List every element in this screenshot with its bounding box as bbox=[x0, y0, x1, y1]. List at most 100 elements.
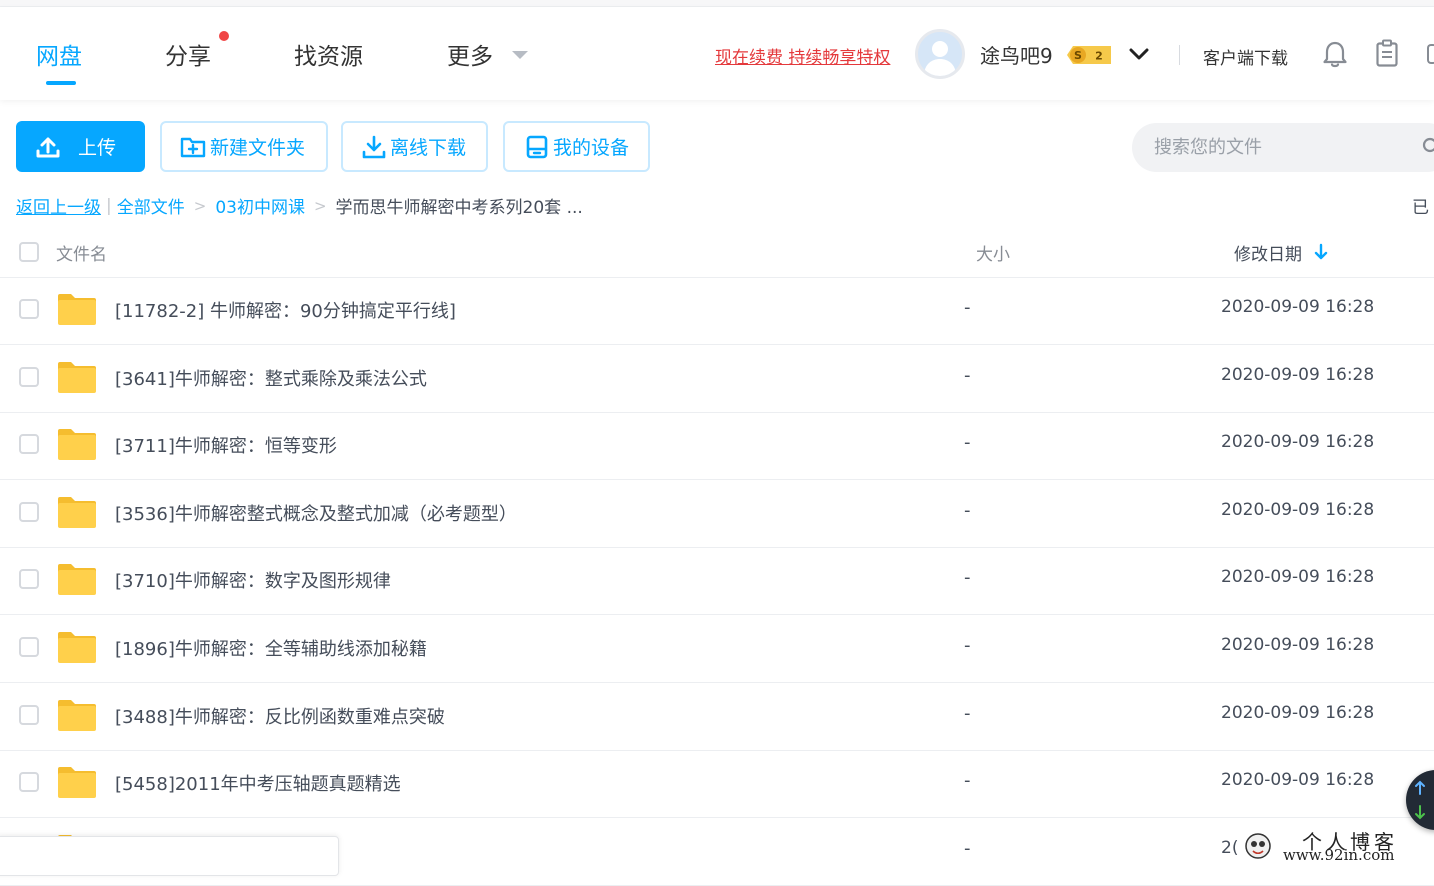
file-name[interactable]: [3488]牛师解密：反比例函数重难点突破 bbox=[115, 703, 445, 729]
chevron-down-icon[interactable] bbox=[1128, 43, 1150, 65]
table-row[interactable]: [3711]牛师解密：恒等变形 - 2020-09-09 16:28 bbox=[0, 412, 1434, 481]
table-row[interactable]: [3641]牛师解密：整式乘除及乘法公式 - 2020-09-09 16:28 bbox=[0, 345, 1434, 413]
file-modified-date: 2020-09-09 16:28 bbox=[1221, 364, 1375, 385]
new-folder-label: 新建文件夹 bbox=[210, 137, 306, 159]
file-size: - bbox=[964, 770, 971, 792]
table-row[interactable]: [3488]牛师解密：反比例函数重难点突破 - 2020-09-09 16:28 bbox=[0, 683, 1434, 751]
nav-tab-netdisk[interactable]: 网盘 bbox=[36, 37, 82, 71]
table-row[interactable]: [3536]牛师解密整式概念及整式加减（必考题型） - 2020-09-09 16:… bbox=[0, 480, 1434, 548]
folder-icon bbox=[58, 564, 96, 596]
breadcrumb-all-files[interactable]: 全部文件 bbox=[117, 193, 185, 218]
row-checkbox[interactable] bbox=[19, 299, 39, 319]
column-header-size[interactable]: 大小 bbox=[976, 240, 1010, 265]
file-modified-date: 2020-09-09 16:28 bbox=[1221, 635, 1375, 655]
notification-dot bbox=[219, 31, 229, 41]
row-checkbox[interactable] bbox=[19, 637, 39, 657]
loaded-status: 已 bbox=[1412, 198, 1429, 218]
file-size: - bbox=[964, 297, 971, 318]
file-name[interactable]: [3710]牛师解密：数字及图形规律 bbox=[115, 567, 391, 593]
row-checkbox[interactable] bbox=[19, 366, 39, 387]
folder-icon bbox=[58, 699, 96, 731]
breadcrumb-current: 学而思牛师解密中考系列20套 ... bbox=[335, 198, 583, 218]
row-checkbox[interactable] bbox=[19, 501, 39, 522]
column-header-modified[interactable]: 修改日期 bbox=[1234, 240, 1302, 265]
row-checkbox[interactable] bbox=[19, 704, 39, 725]
file-modified-date: 2020-09-09 16:28 bbox=[1221, 432, 1375, 453]
table-row[interactable]: [11782-2] 牛师解密：90分钟搞定平行线] - 2020-09-09 16:… bbox=[0, 277, 1434, 345]
nav-tab-more[interactable]: 更多 bbox=[447, 37, 493, 71]
file-modified-date: 2020-09-09 16:28 bbox=[1221, 770, 1375, 791]
new-folder-button[interactable]: 新建文件夹 bbox=[160, 121, 328, 172]
table-row[interactable]: [5458]2011年中考压轴题真题精选 - 2020-09-09 16:28 bbox=[0, 750, 1434, 819]
renew-vip-link[interactable]: 现在续费 持续畅享特权 bbox=[715, 43, 890, 68]
search-icon[interactable] bbox=[1422, 137, 1434, 157]
my-devices-label: 我的设备 bbox=[553, 137, 630, 159]
nav-tab-share[interactable]: 分享 bbox=[165, 37, 211, 71]
row-checkbox[interactable] bbox=[19, 434, 39, 455]
breadcrumb-folder[interactable]: 03初中网课 bbox=[215, 193, 305, 218]
offline-download-label: 离线下载 bbox=[390, 137, 467, 159]
breadcrumb-separator: > bbox=[313, 196, 327, 215]
svg-text:2: 2 bbox=[1095, 50, 1103, 63]
file-modified-date: 2( bbox=[1221, 837, 1239, 858]
top-border bbox=[0, 0, 1434, 7]
search-box bbox=[1132, 123, 1434, 172]
header-divider bbox=[1179, 45, 1180, 65]
upload-icon bbox=[36, 137, 60, 157]
folder-icon bbox=[58, 767, 96, 799]
row-checkbox[interactable] bbox=[19, 772, 39, 793]
file-name[interactable]: [1896]牛师解密：全等辅助线添加秘籍 bbox=[115, 635, 427, 661]
file-name[interactable]: [3711]牛师解密：恒等变形 bbox=[115, 432, 337, 458]
file-modified-date: 2020-09-09 16:28 bbox=[1221, 297, 1375, 317]
file-name[interactable]: [11782-2] 牛师解密：90分钟搞定平行线] bbox=[115, 297, 456, 323]
svg-text:S: S bbox=[1074, 49, 1082, 62]
download-icon bbox=[362, 135, 386, 158]
file-modified-date: 2020-09-09 16:28 bbox=[1221, 702, 1375, 723]
my-devices-button[interactable]: 我的设备 bbox=[503, 121, 650, 172]
nav-tab-find-resources[interactable]: 找资源 bbox=[294, 37, 363, 71]
select-all-checkbox[interactable] bbox=[19, 242, 39, 262]
folder-icon bbox=[58, 632, 96, 663]
breadcrumb: 返回上一级 | 全部文件 > 03初中网课 > 学而思牛师解密中考系列20套 .… bbox=[16, 193, 583, 219]
file-name[interactable]: [5458]2011年中考压轴题真题精选 bbox=[115, 770, 401, 796]
clipboard-icon[interactable] bbox=[1375, 39, 1399, 67]
vip-badge-icon: S 2 bbox=[1067, 46, 1111, 64]
offline-download-button[interactable]: 离线下载 bbox=[341, 121, 488, 172]
table-row[interactable]: [3710]牛师解密：数字及图形规律 - 2020-09-09 16:28 bbox=[0, 547, 1434, 616]
folder-icon bbox=[58, 496, 96, 528]
breadcrumb-separator: > bbox=[193, 196, 207, 215]
avatar-person-icon bbox=[918, 32, 962, 76]
breadcrumb-back-link[interactable]: 返回上一级 bbox=[16, 193, 101, 218]
truncated-header-icon[interactable] bbox=[1427, 44, 1434, 64]
file-size: - bbox=[964, 837, 971, 859]
file-size: - bbox=[964, 499, 971, 521]
upload-label: 上传 bbox=[78, 137, 117, 159]
file-size: - bbox=[964, 432, 971, 454]
file-size: - bbox=[964, 635, 971, 656]
watermark-url: www.92in.com bbox=[1283, 846, 1395, 864]
file-modified-date: 2020-09-09 16:28 bbox=[1221, 499, 1375, 520]
search-input[interactable] bbox=[1154, 123, 1404, 172]
file-name[interactable]: [3536]牛师解密整式概念及整式加减（必考题型） bbox=[115, 500, 517, 526]
watermark-logo-icon bbox=[1245, 833, 1271, 859]
avatar[interactable] bbox=[915, 29, 965, 79]
device-icon bbox=[526, 135, 548, 158]
table-row[interactable]: [1896]牛师解密：全等辅助线添加秘籍 - 2020-09-09 16:28 bbox=[0, 615, 1434, 683]
column-header-name[interactable]: 文件名 bbox=[56, 240, 107, 265]
bell-icon[interactable] bbox=[1322, 40, 1348, 68]
file-modified-date: 2020-09-09 16:28 bbox=[1221, 567, 1375, 588]
username[interactable]: 途鸟吧9 bbox=[980, 40, 1053, 69]
more-caret-icon[interactable] bbox=[512, 51, 528, 59]
file-name[interactable]: [3641]牛师解密：整式乘除及乘法公式 bbox=[115, 365, 427, 391]
file-size: - bbox=[964, 567, 971, 589]
new-folder-icon bbox=[180, 137, 206, 157]
folder-icon bbox=[58, 294, 96, 325]
client-download-link[interactable]: 客户端下载 bbox=[1203, 44, 1288, 69]
folder-icon bbox=[58, 429, 96, 461]
row-checkbox[interactable] bbox=[19, 569, 39, 590]
sort-down-arrow-icon[interactable] bbox=[1314, 243, 1328, 261]
upload-button[interactable]: 上传 bbox=[16, 121, 145, 172]
folder-icon bbox=[58, 361, 96, 393]
bottom-popup-panel bbox=[0, 836, 339, 876]
top-header: 网盘 分享 找资源 更多 现在续费 持续畅享特权 途鸟吧9 S 2 客户端下载 bbox=[0, 7, 1434, 100]
